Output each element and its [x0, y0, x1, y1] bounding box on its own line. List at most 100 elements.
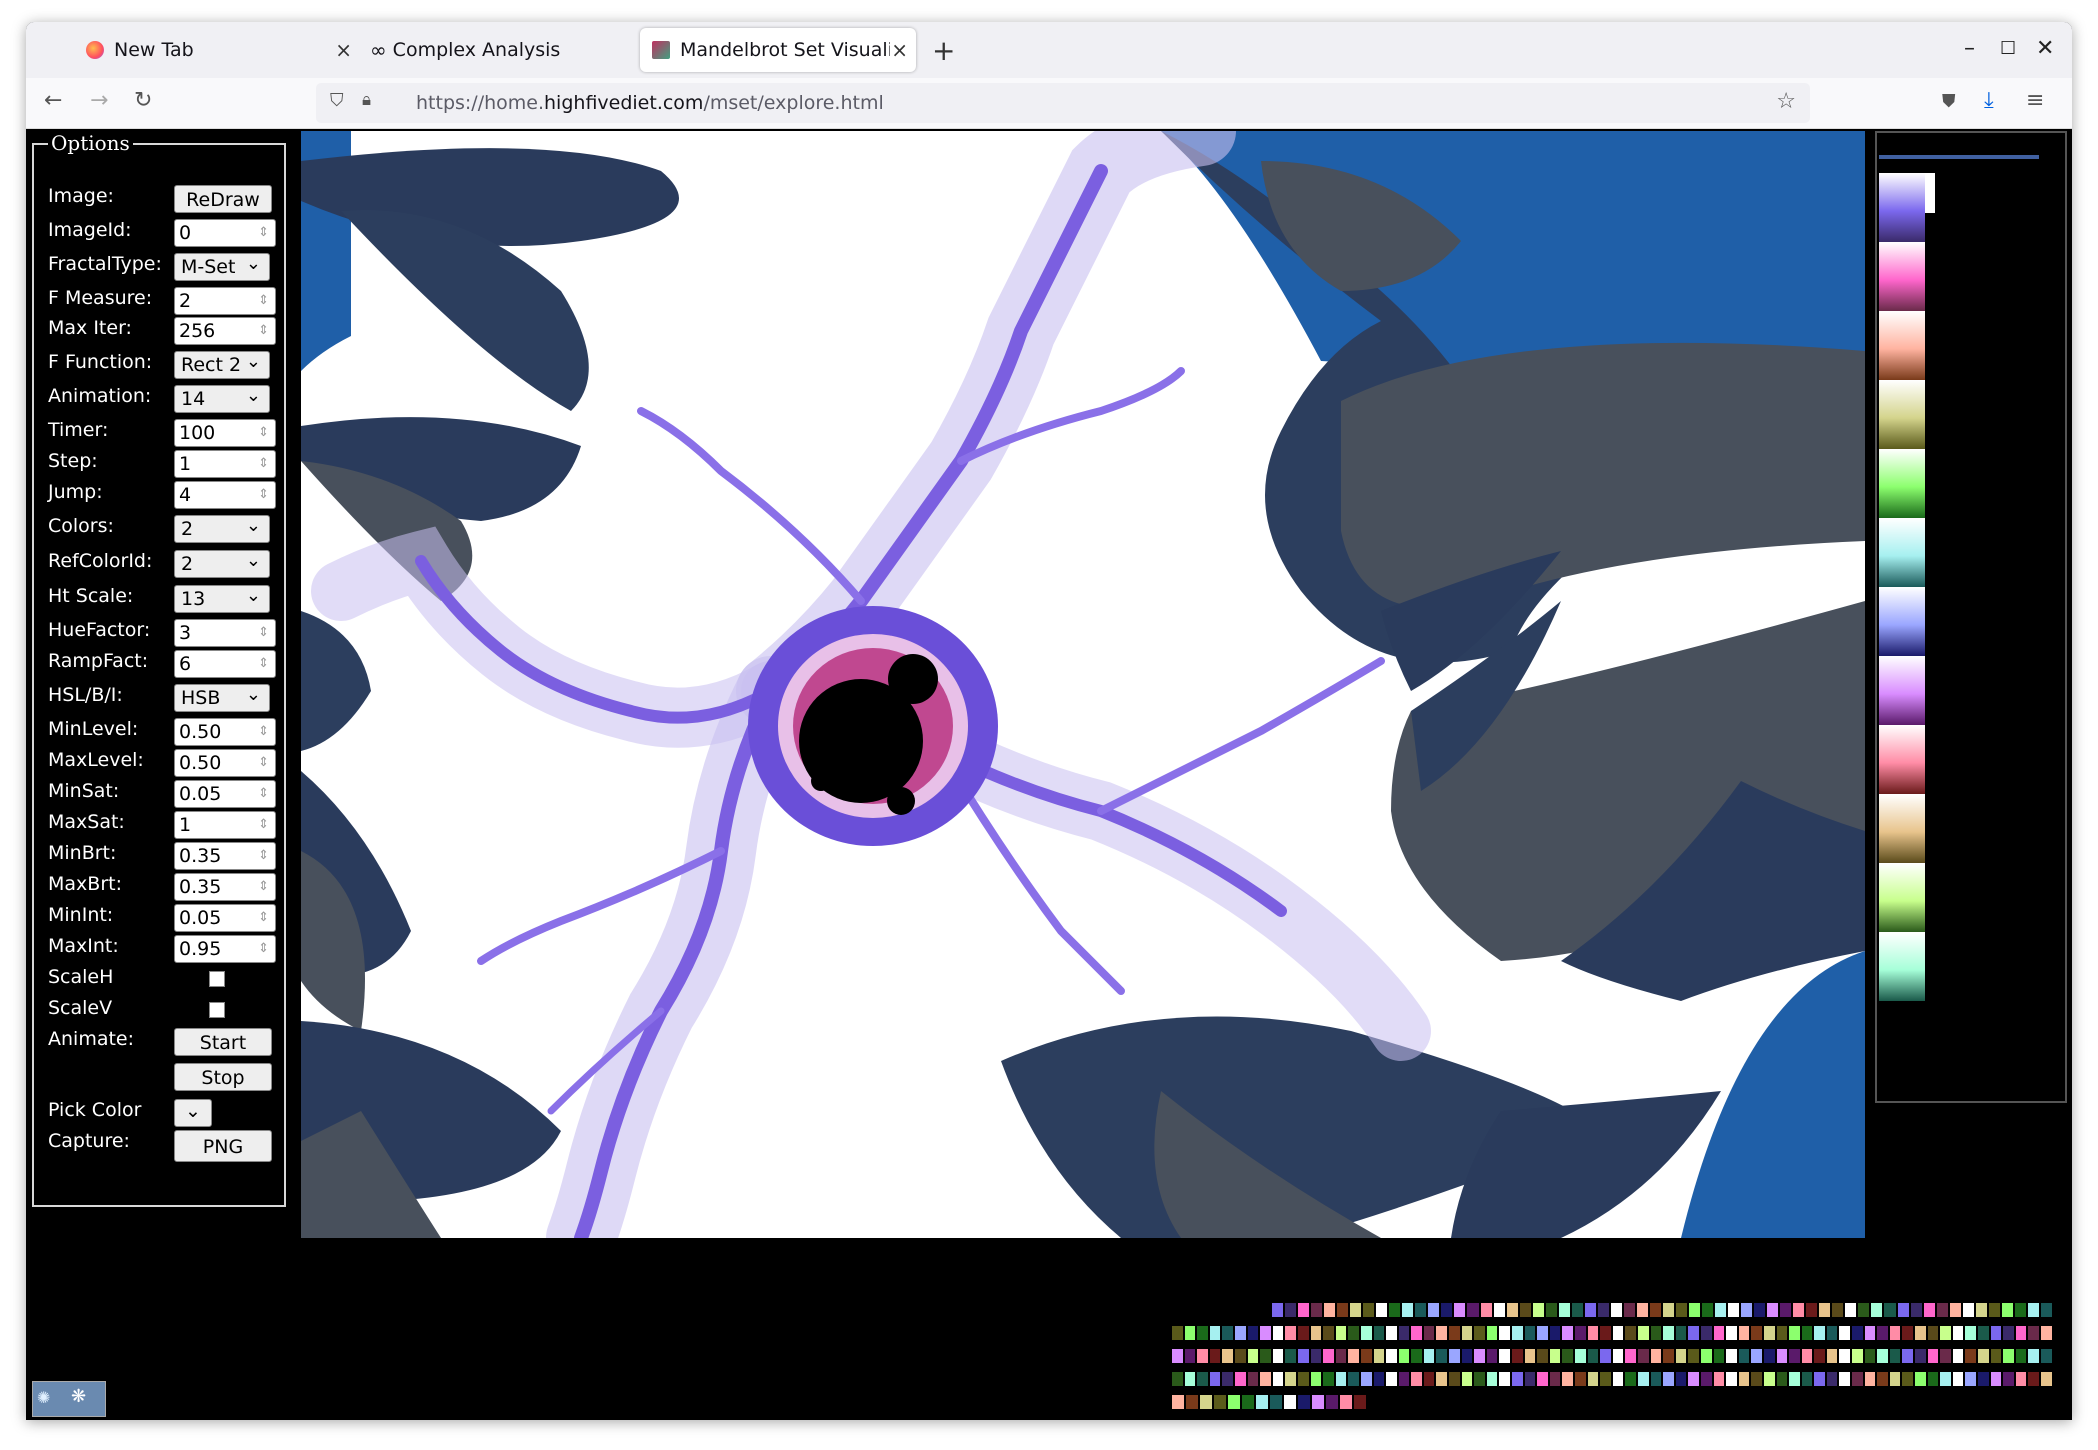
- color-swatch[interactable]: [1702, 1303, 1714, 1317]
- color-swatch[interactable]: [1398, 1349, 1410, 1363]
- color-swatch[interactable]: [1256, 1395, 1268, 1409]
- color-swatch[interactable]: [1713, 1372, 1725, 1386]
- color-swatch[interactable]: [2028, 1349, 2039, 1363]
- color-swatch[interactable]: [1512, 1372, 1523, 1386]
- color-swatch[interactable]: [1584, 1303, 1596, 1317]
- color-swatch[interactable]: [1713, 1326, 1725, 1340]
- color-swatch[interactable]: [1751, 1372, 1762, 1386]
- color-swatch[interactable]: [1398, 1372, 1410, 1386]
- color-swatch[interactable]: [1449, 1349, 1460, 1363]
- color-swatch[interactable]: [1297, 1372, 1309, 1386]
- color-swatch[interactable]: [1978, 1372, 1989, 1386]
- minimize-icon[interactable]: –: [1964, 36, 1975, 61]
- color-swatch[interactable]: [1197, 1326, 1208, 1340]
- maxlevel-input[interactable]: 0.50: [174, 749, 276, 777]
- color-swatch[interactable]: [1386, 1326, 1397, 1340]
- download-icon[interactable]: ⤓: [1984, 88, 1994, 113]
- maxsat-input[interactable]: 1: [174, 811, 276, 839]
- color-swatch[interactable]: [1852, 1326, 1863, 1340]
- color-swatch[interactable]: [2001, 1303, 2013, 1317]
- color-swatch[interactable]: [1600, 1326, 1611, 1340]
- color-swatch[interactable]: [1562, 1372, 1573, 1386]
- color-swatch[interactable]: [1864, 1372, 1876, 1386]
- close-icon[interactable]: ×: [891, 38, 908, 62]
- color-swatch[interactable]: [1700, 1326, 1712, 1340]
- color-swatch[interactable]: [1663, 1372, 1674, 1386]
- color-swatch[interactable]: [1623, 1303, 1635, 1317]
- color-swatch[interactable]: [1636, 1303, 1648, 1317]
- imageid-input[interactable]: 0: [174, 219, 276, 247]
- color-swatch[interactable]: [1767, 1303, 1779, 1317]
- back-icon[interactable]: ←: [44, 88, 62, 113]
- reload-icon[interactable]: ↻: [134, 88, 152, 113]
- thumbnail-images[interactable]: ✺ ❋: [32, 1381, 106, 1417]
- color-swatch[interactable]: [1272, 1349, 1284, 1363]
- color-swatch[interactable]: [1889, 1326, 1901, 1340]
- animation-select[interactable]: 14: [174, 383, 270, 413]
- color-swatch[interactable]: [1350, 1303, 1362, 1317]
- color-swatch[interactable]: [1247, 1349, 1259, 1363]
- color-swatch[interactable]: [1801, 1349, 1813, 1363]
- color-swatch[interactable]: [1493, 1303, 1505, 1317]
- redraw-button[interactable]: ReDraw: [174, 185, 272, 213]
- color-swatch[interactable]: [1285, 1349, 1296, 1363]
- fmeasure-input[interactable]: 2: [174, 287, 276, 315]
- color-swatch[interactable]: [1486, 1326, 1498, 1340]
- color-swatch[interactable]: [1839, 1349, 1851, 1363]
- color-swatch[interactable]: [1234, 1372, 1246, 1386]
- step-input[interactable]: 1: [174, 450, 276, 478]
- minlevel-input[interactable]: 0.50: [174, 718, 276, 746]
- color-swatch[interactable]: [2040, 1326, 2052, 1340]
- color-swatch[interactable]: [1506, 1303, 1518, 1317]
- color-swatch[interactable]: [1524, 1372, 1536, 1386]
- maxint-input[interactable]: 0.95: [174, 935, 276, 963]
- color-swatch[interactable]: [1222, 1372, 1233, 1386]
- minint-input[interactable]: 0.05: [174, 904, 276, 932]
- color-swatch[interactable]: [1776, 1372, 1788, 1386]
- color-swatch[interactable]: [1688, 1349, 1699, 1363]
- timer-input[interactable]: 100: [174, 419, 276, 447]
- color-swatch[interactable]: [1889, 1349, 1901, 1363]
- color-swatch[interactable]: [1688, 1326, 1699, 1340]
- fractal-thumbnail-icon[interactable]: ❋: [71, 1386, 86, 1407]
- color-swatch[interactable]: [1927, 1326, 1939, 1340]
- color-swatch[interactable]: [1650, 1326, 1662, 1340]
- color-swatch[interactable]: [1649, 1303, 1661, 1317]
- color-swatch[interactable]: [1776, 1349, 1788, 1363]
- color-swatch[interactable]: [1537, 1326, 1548, 1340]
- color-swatch[interactable]: [1763, 1326, 1775, 1340]
- color-swatch[interactable]: [1738, 1372, 1750, 1386]
- color-swatch[interactable]: [1272, 1372, 1284, 1386]
- ffunction-select[interactable]: Rect 2: [174, 349, 270, 379]
- color-swatch[interactable]: [1184, 1326, 1196, 1340]
- color-swatch[interactable]: [1826, 1349, 1838, 1363]
- color-swatch[interactable]: [1360, 1372, 1372, 1386]
- color-swatch[interactable]: [1826, 1372, 1838, 1386]
- color-swatch[interactable]: [1715, 1303, 1727, 1317]
- color-swatch[interactable]: [2015, 1372, 2027, 1386]
- color-swatch[interactable]: [1814, 1372, 1825, 1386]
- color-swatch[interactable]: [1726, 1349, 1737, 1363]
- color-swatch[interactable]: [1360, 1349, 1372, 1363]
- color-swatch[interactable]: [1877, 1372, 1888, 1386]
- color-swatch[interactable]: [1789, 1326, 1800, 1340]
- color-swatch[interactable]: [1923, 1303, 1935, 1317]
- color-swatch[interactable]: [1600, 1349, 1611, 1363]
- color-swatch[interactable]: [1348, 1372, 1359, 1386]
- color-swatch[interactable]: [1965, 1326, 1976, 1340]
- color-swatch[interactable]: [1839, 1326, 1851, 1340]
- color-swatch[interactable]: [1172, 1349, 1183, 1363]
- color-swatch[interactable]: [1461, 1349, 1473, 1363]
- color-swatch[interactable]: [1436, 1326, 1448, 1340]
- color-swatch[interactable]: [1389, 1303, 1401, 1317]
- color-swatch[interactable]: [1242, 1395, 1254, 1409]
- color-swatch[interactable]: [1852, 1372, 1863, 1386]
- color-swatch[interactable]: [1650, 1372, 1662, 1386]
- color-swatch[interactable]: [1587, 1349, 1599, 1363]
- color-swatch[interactable]: [1700, 1349, 1712, 1363]
- color-swatch[interactable]: [1801, 1326, 1813, 1340]
- start-button[interactable]: Start: [174, 1028, 272, 1056]
- color-swatch[interactable]: [1284, 1395, 1296, 1409]
- color-swatch[interactable]: [1915, 1372, 1926, 1386]
- color-swatch[interactable]: [1310, 1326, 1322, 1340]
